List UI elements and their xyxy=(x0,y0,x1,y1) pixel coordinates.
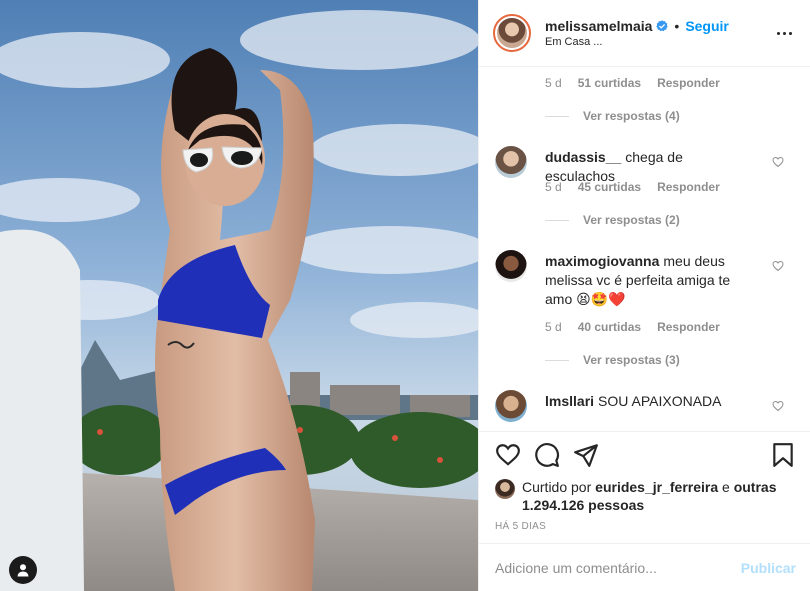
paper-plane-icon[interactable] xyxy=(573,442,599,468)
comment-meta: 5 d 45 curtidas Responder xyxy=(545,180,720,194)
likes-summary: Curtido por eurides_jr_ferreira e outras… xyxy=(495,478,796,514)
comment-item: maximogiovanna meu deus melissa vc é perf… xyxy=(495,250,810,330)
post-location[interactable]: Em Casa ... xyxy=(545,36,729,48)
heart-icon[interactable] xyxy=(495,442,521,468)
comment-meta: 5 d 51 curtidas Responder xyxy=(545,76,720,90)
author-username[interactable]: melissamelmaia xyxy=(545,18,652,34)
post-side-panel: melissamelmaia • Seguir Em Casa ... 5 d … xyxy=(478,0,810,591)
comment-like-heart-icon[interactable] xyxy=(772,156,784,168)
more-options-icon[interactable] xyxy=(772,23,796,43)
comment-like-heart-icon[interactable] xyxy=(772,260,784,272)
comment-emoji: 😫🤩❤️ xyxy=(576,291,626,307)
add-comment-bar: Publicar xyxy=(479,543,810,591)
comment-input[interactable] xyxy=(495,559,741,576)
commenter-username[interactable]: lmsllari xyxy=(545,393,594,409)
comment-text: SOU APAIXONADA xyxy=(598,393,722,409)
view-replies-label: Ver respostas (3) xyxy=(583,353,680,367)
comment-time: 5 d xyxy=(545,320,562,334)
tagged-users-button[interactable] xyxy=(9,556,37,584)
comments-list[interactable]: 5 d 51 curtidas Responder Ver respostas … xyxy=(479,68,810,430)
follow-button[interactable]: Seguir xyxy=(685,18,729,34)
view-replies-label: Ver respostas (4) xyxy=(583,109,680,123)
commenter-avatar[interactable] xyxy=(495,390,527,422)
author-avatar[interactable] xyxy=(493,14,531,52)
comment-like-heart-icon[interactable] xyxy=(772,400,784,412)
comment-likes[interactable]: 40 curtidas xyxy=(578,320,641,334)
comment-item: lmsllari SOU APAIXONADA xyxy=(495,390,810,430)
commenter-avatar[interactable] xyxy=(495,146,527,178)
liked-by-conj: e xyxy=(722,479,730,495)
commenter-username[interactable]: dudassis__ xyxy=(545,149,621,165)
comment-time: 5 d xyxy=(545,76,562,90)
view-replies-button[interactable]: Ver respostas (4) xyxy=(545,109,680,123)
liked-by-prefix: Curtido por xyxy=(522,479,592,495)
commenter-username[interactable]: maximogiovanna xyxy=(545,253,659,269)
view-replies-button[interactable]: Ver respostas (2) xyxy=(545,213,680,227)
publish-button[interactable]: Publicar xyxy=(741,560,796,576)
post-image xyxy=(0,0,478,591)
liker-avatar[interactable] xyxy=(495,479,515,499)
comment-meta: 5 d 40 curtidas Responder xyxy=(545,320,720,334)
view-replies-button[interactable]: Ver respostas (3) xyxy=(545,353,680,367)
reply-button[interactable]: Responder xyxy=(657,180,720,194)
commenter-avatar[interactable] xyxy=(495,250,527,282)
comment-bubble-icon[interactable] xyxy=(534,442,560,468)
reply-button[interactable]: Responder xyxy=(657,320,720,334)
post-timestamp[interactable]: HÁ 5 DIAS xyxy=(495,521,546,532)
comment-time: 5 d xyxy=(545,180,562,194)
view-replies-label: Ver respostas (2) xyxy=(583,213,680,227)
comment-likes[interactable]: 51 curtidas xyxy=(578,76,641,90)
liked-by-user[interactable]: eurides_jr_ferreira xyxy=(595,479,718,495)
comment-likes[interactable]: 45 curtidas xyxy=(578,180,641,194)
post-actions: Curtido por eurides_jr_ferreira e outras… xyxy=(479,431,810,543)
bookmark-icon[interactable] xyxy=(770,442,796,468)
post-photo[interactable] xyxy=(0,0,478,591)
verified-badge-icon xyxy=(656,20,669,32)
post-header: melissamelmaia • Seguir Em Casa ... xyxy=(479,0,810,67)
person-icon xyxy=(17,564,29,577)
reply-button[interactable]: Responder xyxy=(657,76,720,90)
header-separator: • xyxy=(674,18,680,34)
